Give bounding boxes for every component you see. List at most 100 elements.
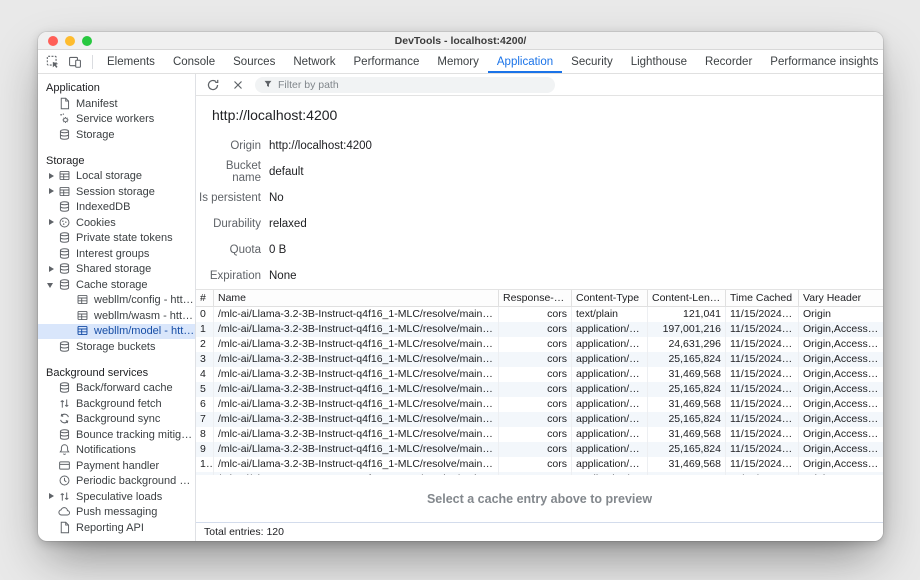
tab[interactable]: Performance insights	[761, 50, 883, 73]
sidebar-item[interactable]: Storage	[38, 127, 195, 143]
database-icon	[58, 231, 72, 245]
expander-arrow[interactable]	[64, 293, 76, 308]
clear-icon[interactable]	[230, 77, 246, 93]
expander-arrow[interactable]	[46, 396, 58, 411]
expander-arrow[interactable]	[46, 262, 58, 277]
sidebar-item[interactable]: Back/forward cache	[38, 381, 195, 397]
column-header[interactable]: Content-Type	[572, 290, 648, 306]
sidebar-item[interactable]: Periodic background sync	[38, 474, 195, 490]
expander-arrow[interactable]	[46, 246, 58, 261]
sidebar-item[interactable]: Bounce tracking mitigations	[38, 427, 195, 443]
expander-arrow[interactable]	[46, 505, 58, 520]
sidebar-item[interactable]: Local storage	[38, 169, 195, 185]
table-row[interactable]: 5 /mlc-ai/Llama-3.2-3B-Instruct-q4f16_1-…	[196, 382, 883, 397]
table-row[interactable]: 10 /mlc-ai/Llama-3.2-3B-Instruct-q4f16_1…	[196, 457, 883, 472]
expander-arrow[interactable]	[46, 231, 58, 246]
tab[interactable]: Sources	[224, 50, 284, 73]
table-row[interactable]: 0 /mlc-ai/Llama-3.2-3B-Instruct-q4f16_1-…	[196, 307, 883, 322]
expander-arrow[interactable]	[46, 277, 58, 292]
sidebar-group-storage: Storage Local storage Session sto	[38, 153, 195, 355]
preview-placeholder-message: Select a cache entry above to preview	[427, 492, 652, 506]
expander-arrow[interactable]	[46, 96, 58, 111]
tab[interactable]: Application	[488, 50, 562, 73]
expander-arrow[interactable]	[64, 308, 76, 323]
expander-arrow[interactable]	[46, 489, 58, 504]
expander-arrow[interactable]	[46, 412, 58, 427]
table-row[interactable]: 8 /mlc-ai/Llama-3.2-3B-Instruct-q4f16_1-…	[196, 427, 883, 442]
table-row[interactable]: 3 /mlc-ai/Llama-3.2-3B-Instruct-q4f16_1-…	[196, 352, 883, 367]
origin-info-row: Expiration None	[196, 263, 883, 289]
table-row[interactable]: 7 /mlc-ai/Llama-3.2-3B-Instruct-q4f16_1-…	[196, 412, 883, 427]
sidebar-item[interactable]: Reporting API	[38, 520, 195, 536]
table-row[interactable]: 4 /mlc-ai/Llama-3.2-3B-Instruct-q4f16_1-…	[196, 367, 883, 382]
sidebar-item[interactable]: Notifications	[38, 443, 195, 459]
expander-arrow[interactable]	[46, 458, 58, 473]
tab[interactable]: Recorder	[696, 50, 761, 73]
sidebar-item-label: Cookies	[76, 217, 116, 229]
sidebar-item[interactable]: Cookies	[38, 215, 195, 231]
sidebar-item[interactable]: webllm/wasm - http://loca…	[38, 308, 195, 324]
sidebar-item[interactable]: Storage buckets	[38, 339, 195, 355]
tab[interactable]: Network	[284, 50, 344, 73]
sidebar-item[interactable]: Background sync	[38, 412, 195, 428]
column-header[interactable]: #	[196, 290, 214, 306]
expander-arrow[interactable]	[46, 200, 58, 215]
expander-arrow[interactable]	[46, 443, 58, 458]
tab[interactable]: Security	[562, 50, 622, 73]
sidebar-item[interactable]: Payment handler	[38, 458, 195, 474]
cell-name: /mlc-ai/Llama-3.2-3B-Instruct-q4f16_1-ML…	[214, 457, 499, 472]
expander-arrow[interactable]	[46, 339, 58, 354]
column-header[interactable]: Vary Header	[799, 290, 883, 306]
table-row[interactable]: 1 /mlc-ai/Llama-3.2-3B-Instruct-q4f16_1-…	[196, 322, 883, 337]
filter-field[interactable]	[255, 77, 555, 93]
sidebar-item[interactable]: Background fetch	[38, 396, 195, 412]
device-toolbar-icon[interactable]	[67, 54, 83, 70]
column-header[interactable]: Name	[214, 290, 499, 306]
cell-content-type: application/oc…	[572, 352, 648, 367]
table-row[interactable]: 2 /mlc-ai/Llama-3.2-3B-Instruct-q4f16_1-…	[196, 337, 883, 352]
tab[interactable]: Lighthouse	[622, 50, 696, 73]
info-label: Durability	[196, 218, 261, 230]
tab[interactable]: Performance	[345, 50, 429, 73]
cell-response-type: cors	[499, 427, 572, 442]
cell-content-length: 31,469,568	[648, 457, 726, 472]
sidebar-item[interactable]: IndexedDB	[38, 200, 195, 216]
expander-arrow[interactable]	[46, 184, 58, 199]
expander-arrow[interactable]	[46, 474, 58, 489]
filter-by-path-input[interactable]	[278, 79, 547, 91]
sidebar-item[interactable]: Manifest	[38, 96, 195, 112]
tab[interactable]: Console	[164, 50, 224, 73]
expander-arrow[interactable]	[46, 112, 58, 127]
expander-arrow[interactable]	[46, 520, 58, 535]
sidebar-item[interactable]: Shared storage	[38, 262, 195, 278]
sidebar-item[interactable]: Service workers	[38, 112, 195, 128]
expander-arrow[interactable]	[46, 427, 58, 442]
expander-arrow[interactable]	[46, 215, 58, 230]
sidebar-item[interactable]: Session storage	[38, 184, 195, 200]
tab[interactable]: Memory	[428, 50, 488, 73]
sidebar-item[interactable]: webllm/model - http://loc…	[38, 324, 195, 340]
column-header[interactable]: Time Cached	[726, 290, 799, 306]
zoom-window-button[interactable]	[82, 36, 92, 46]
column-header[interactable]: Content-Length	[648, 290, 726, 306]
tab[interactable]: Elements	[98, 50, 164, 73]
sidebar-item[interactable]: webllm/config - http://loc…	[38, 293, 195, 309]
sidebar-item[interactable]: Cache storage	[38, 277, 195, 293]
expander-arrow[interactable]	[46, 169, 58, 184]
sidebar-item[interactable]: Speculative loads	[38, 489, 195, 505]
cache-entries-table: # Name Response-Type Content-Type Conten…	[196, 289, 883, 475]
close-window-button[interactable]	[48, 36, 58, 46]
column-header[interactable]: Response-Type	[499, 290, 572, 306]
inspect-element-icon[interactable]	[45, 54, 61, 70]
table-row[interactable]: 9 /mlc-ai/Llama-3.2-3B-Instruct-q4f16_1-…	[196, 442, 883, 457]
expander-arrow[interactable]	[46, 127, 58, 142]
refresh-icon[interactable]	[205, 77, 221, 93]
expander-arrow[interactable]	[46, 381, 58, 396]
sidebar-item[interactable]: Push messaging	[38, 505, 195, 521]
minimize-window-button[interactable]	[65, 36, 75, 46]
sidebar-item[interactable]: Private state tokens	[38, 231, 195, 247]
sidebar-item[interactable]: Interest groups	[38, 246, 195, 262]
cell-name: /mlc-ai/Llama-3.2-3B-Instruct-q4f16_1-ML…	[214, 337, 499, 352]
expander-arrow[interactable]	[64, 324, 76, 339]
table-row[interactable]: 6 /mlc-ai/Llama-3.2-3B-Instruct-q4f16_1-…	[196, 397, 883, 412]
